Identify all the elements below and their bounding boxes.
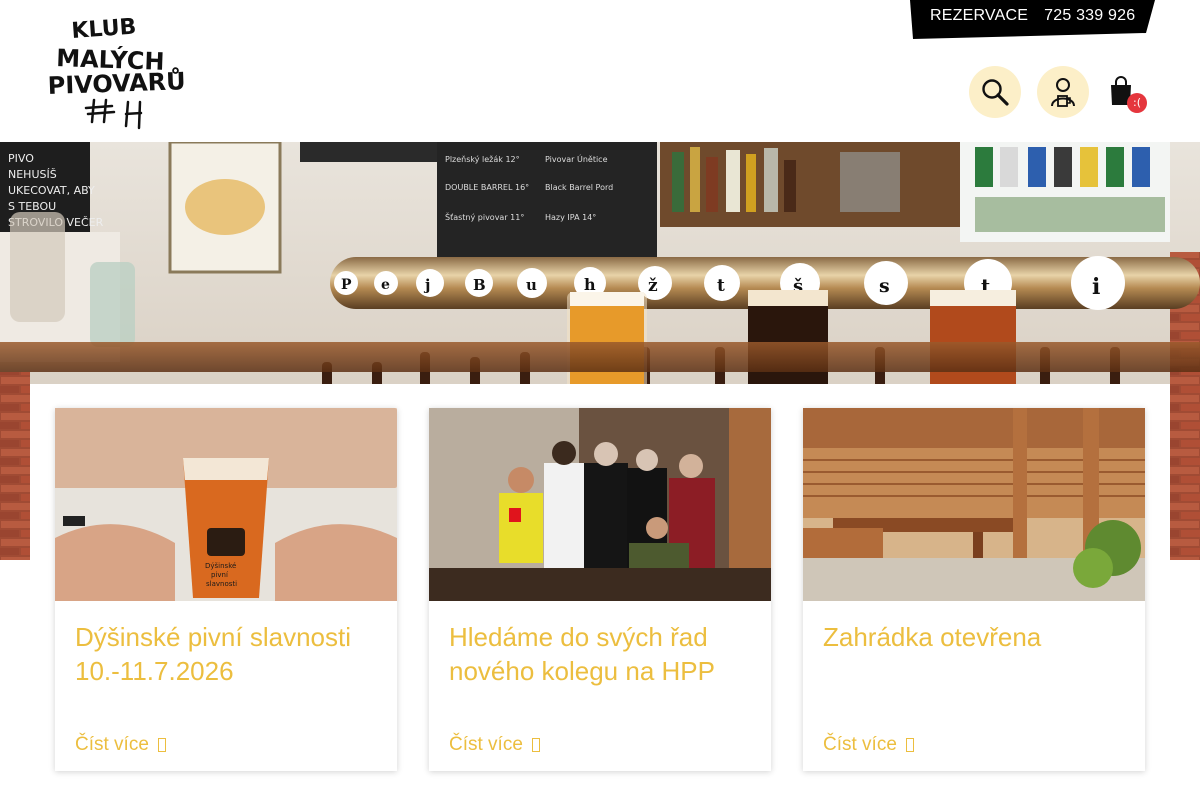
- read-more-link[interactable]: Číst více: [449, 734, 540, 756]
- svg-text:B: B: [473, 276, 486, 294]
- phone-link[interactable]: 725 339 926: [1044, 7, 1135, 25]
- read-more-link[interactable]: Číst více: [75, 734, 166, 756]
- svg-text:slavnosti: slavnosti: [206, 580, 237, 588]
- svg-text:Dýšinské: Dýšinské: [205, 562, 236, 570]
- svg-text:DOUBLE BARREL 16°: DOUBLE BARREL 16°: [445, 183, 529, 192]
- svg-text:h: h: [584, 275, 596, 294]
- search-button[interactable]: [969, 66, 1021, 118]
- svg-text:PIVO: PIVO: [8, 152, 34, 165]
- svg-text:ž: ž: [648, 276, 658, 296]
- svg-text:UKECOVAT, ABY: UKECOVAT, ABY: [8, 184, 95, 197]
- svg-text:Šťastný pivovar 11°: Šťastný pivovar 11°: [445, 211, 524, 222]
- svg-text:i: i: [1092, 274, 1100, 300]
- svg-text:pivní: pivní: [211, 571, 229, 579]
- cart-button[interactable]: :(: [1108, 76, 1148, 114]
- svg-text:PIVOVARŮ: PIVOVARŮ: [47, 65, 186, 100]
- svg-text:u: u: [526, 276, 537, 294]
- news-card-image: [429, 408, 771, 601]
- svg-text:j: j: [423, 276, 430, 294]
- svg-text:t: t: [717, 276, 725, 296]
- news-card-image: Dýšinské pivní slavnosti: [55, 408, 397, 601]
- reservation-link[interactable]: REZERVACE: [930, 7, 1028, 25]
- page: KLUB MALÝCH PIVOVARŮ REZERVACE 725 339 92…: [0, 0, 1200, 800]
- arrow-right-icon: [531, 738, 540, 752]
- news-card-title[interactable]: Hledáme do svých řad nového kolegu na HP…: [449, 620, 754, 688]
- beer-user-icon: [1051, 78, 1075, 107]
- svg-text:KLUB: KLUB: [71, 15, 138, 44]
- svg-text:P: P: [341, 277, 352, 293]
- svg-text:Plzeňský ležák 12°: Plzeňský ležák 12°: [445, 154, 520, 164]
- cart-badge: :(: [1127, 93, 1147, 113]
- news-card-title[interactable]: Zahrádka otevřena: [823, 620, 1128, 654]
- search-icon: [982, 79, 1009, 106]
- svg-text:NEHUSÍŠ: NEHUSÍŠ: [8, 168, 57, 181]
- site-header: KLUB MALÝCH PIVOVARŮ REZERVACE 725 339 92…: [0, 0, 1200, 142]
- svg-text:s: s: [879, 275, 890, 297]
- svg-text:e: e: [381, 277, 390, 293]
- logo[interactable]: KLUB MALÝCH PIVOVARŮ: [46, 10, 191, 132]
- arrow-right-icon: [157, 738, 166, 752]
- svg-text:Black Barrel Pord: Black Barrel Pord: [545, 183, 613, 192]
- svg-text:Pivovar Únětice: Pivovar Únětice: [545, 153, 608, 164]
- news-card-image: [803, 408, 1145, 601]
- news-card[interactable]: Hledáme do svých řad nového kolegu na HP…: [429, 408, 771, 771]
- news-card[interactable]: Dýšinské pivní slavnosti Dýšinské pivní …: [55, 408, 397, 771]
- svg-text:S TEBOU: S TEBOU: [8, 200, 56, 213]
- read-more-link[interactable]: Číst více: [823, 734, 914, 756]
- read-more-label: Číst více: [449, 734, 523, 755]
- read-more-label: Číst více: [823, 734, 897, 755]
- svg-text:Hazy IPA 14°: Hazy IPA 14°: [545, 213, 596, 222]
- news-card-title[interactable]: Dýšinské pivní slavnosti 10.-11.7.2026: [75, 620, 380, 688]
- arrow-right-icon: [905, 738, 914, 752]
- account-button[interactable]: [1037, 66, 1089, 118]
- topbar: REZERVACE 725 339 926: [910, 0, 1155, 39]
- read-more-label: Číst více: [75, 734, 149, 755]
- news-card[interactable]: Zahrádka otevřena Číst více: [803, 408, 1145, 771]
- news-panel: Dýšinské pivní slavnosti Dýšinské pivní …: [30, 384, 1170, 800]
